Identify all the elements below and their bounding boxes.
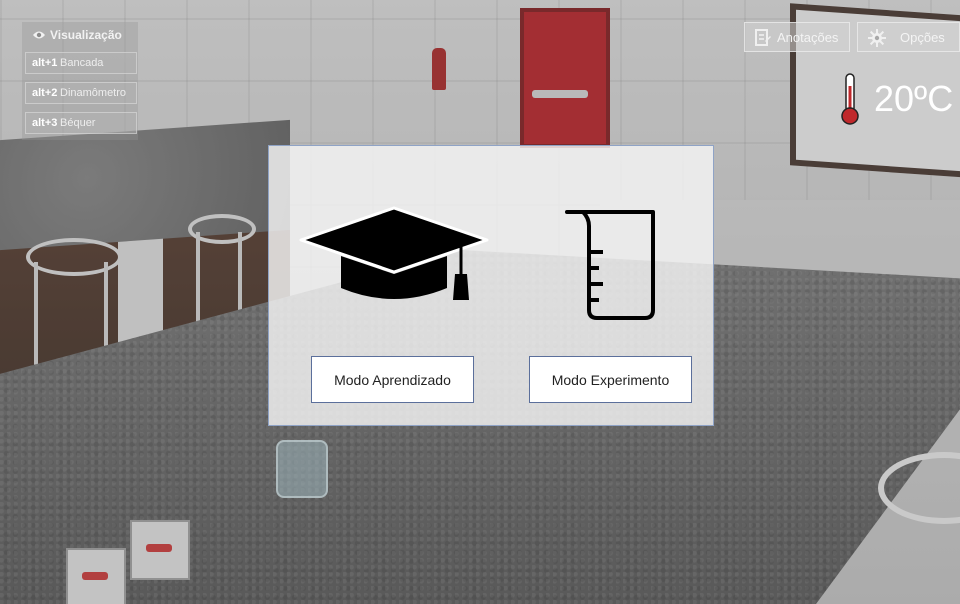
options-label: Opções: [900, 30, 945, 45]
shortcut-label: Béquer: [60, 117, 96, 129]
eye-icon: [32, 29, 46, 43]
shortcut-label: Dinamômetro: [60, 87, 127, 99]
visualization-title-text: Visualização: [50, 28, 122, 42]
shortcut-key: alt+3: [32, 117, 58, 129]
mode-selection-dialog: Modo Aprendizado Modo Experimento: [268, 145, 714, 426]
graduation-cap-icon: [297, 204, 491, 309]
shortcut-key: alt+2: [32, 87, 58, 99]
shortcut-bequer[interactable]: alt+3 Béquer: [25, 112, 137, 134]
visualization-panel: Visualização alt+1 Bancada alt+2 Dinamôm…: [22, 22, 138, 140]
experiment-mode-button[interactable]: Modo Experimento: [529, 356, 692, 403]
shortcut-key: alt+1: [32, 57, 58, 69]
shortcut-bancada[interactable]: alt+1 Bancada: [25, 52, 137, 74]
temperature-value: 20ºC: [874, 78, 954, 119]
beaker-icon: [565, 208, 659, 325]
visualization-title: Visualização: [32, 28, 122, 43]
notes-icon: [755, 29, 771, 50]
annotations-button[interactable]: Anotações: [744, 22, 850, 52]
gear-icon: [868, 29, 886, 50]
shortcut-label: Bancada: [60, 57, 104, 69]
options-button[interactable]: Opções: [857, 22, 960, 52]
learning-mode-button[interactable]: Modo Aprendizado: [311, 356, 474, 403]
shortcut-dinamometro[interactable]: alt+2 Dinamômetro: [25, 82, 137, 104]
annotations-label: Anotações: [777, 30, 839, 45]
